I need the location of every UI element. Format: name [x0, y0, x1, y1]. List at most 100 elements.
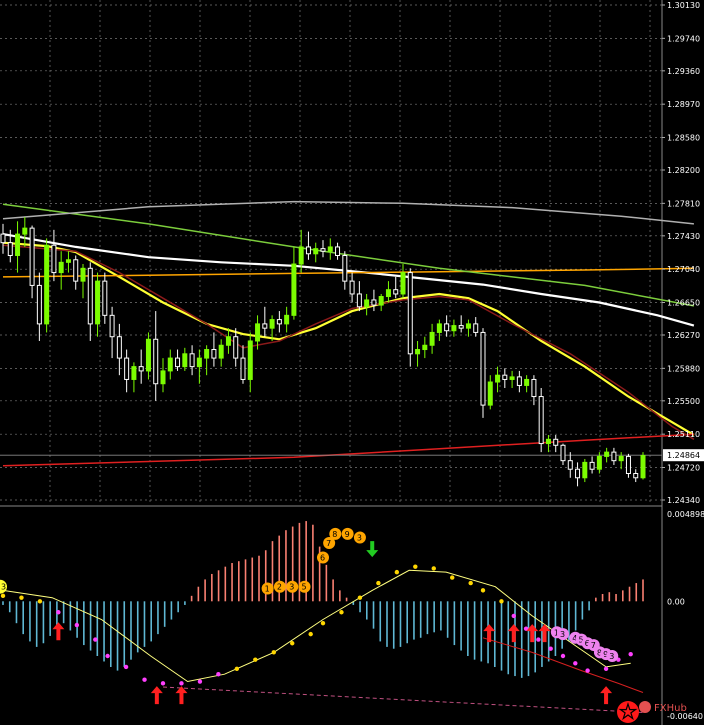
oscillator-dot	[394, 569, 400, 575]
count-label: 1	[265, 585, 270, 594]
oscillator-dot	[320, 620, 326, 626]
candle-body	[138, 366, 144, 372]
axis-tick-label: 1.25110	[667, 430, 700, 439]
candle-body	[415, 349, 421, 355]
candle-body	[102, 280, 108, 316]
candle-body	[327, 246, 333, 252]
up-arrow	[600, 686, 613, 705]
candle-body	[444, 323, 450, 332]
oscillator-dot	[431, 566, 436, 571]
oscillator-dot	[74, 622, 80, 628]
candle-body	[393, 289, 399, 295]
candle-body	[298, 246, 304, 265]
candle-body	[36, 284, 42, 325]
left-marker-label: 3	[1, 583, 6, 592]
candle-body	[211, 349, 217, 359]
oscillator-dot	[142, 677, 147, 682]
candle-body	[109, 314, 115, 338]
oscillator-dot	[160, 681, 166, 686]
oscillator-dot	[197, 679, 203, 684]
candle-body	[145, 338, 151, 372]
candle-body	[640, 455, 646, 479]
candle-body	[451, 325, 457, 332]
candle-body	[73, 259, 79, 282]
candle-body	[429, 331, 435, 346]
candle-body	[458, 325, 464, 329]
ma-line-5	[2, 433, 694, 467]
ma-line-4	[2, 200, 694, 225]
candle-body	[305, 246, 311, 255]
axis-tick-label: 1.25500	[667, 397, 700, 406]
axis-tick-label: 1.24340	[667, 496, 700, 505]
candle-body	[604, 451, 610, 457]
candle-body	[531, 378, 537, 398]
candle-body	[320, 248, 326, 252]
oscillator-dot	[37, 599, 43, 604]
candle-body	[524, 378, 530, 386]
up-arrow	[507, 624, 520, 643]
axis-tick-label: 1.28970	[667, 100, 700, 109]
candle-body	[7, 242, 13, 256]
axis-tick-label: 1.26270	[667, 331, 700, 340]
candle-body	[218, 344, 224, 359]
oscillator-dot	[628, 651, 633, 657]
candle-body	[15, 233, 21, 256]
candle-body	[538, 396, 544, 445]
oscillator-dot	[603, 666, 609, 671]
candle-body	[225, 336, 231, 346]
osc-tick-label: 0.00	[667, 597, 685, 606]
oscillator-dot	[573, 661, 578, 666]
candle-body	[87, 267, 93, 325]
candle-body	[436, 323, 442, 333]
oscillator-axis: 0.0048980.00-0.00640	[667, 510, 704, 721]
candle-body	[175, 357, 181, 368]
price-axis: 1.30130 1.29740 1.29360 1.28970 1.28580 1.282…	[662, 1, 704, 505]
count-label: 9	[345, 530, 350, 539]
osc-tick-label: 0.004898	[667, 510, 704, 519]
candle-body	[22, 227, 28, 235]
candle-body	[480, 331, 486, 406]
oscillator-dot	[536, 637, 541, 642]
candle-body	[189, 353, 195, 368]
candle-body	[204, 349, 210, 359]
count-label: 7	[326, 539, 331, 548]
candle-body	[560, 444, 566, 462]
oscillator-dot	[179, 681, 184, 686]
candle-body	[509, 376, 515, 380]
oscillator-dot	[548, 646, 553, 651]
candle-body	[385, 289, 391, 298]
candle-body	[262, 323, 268, 329]
up-arrow	[52, 622, 65, 641]
oscillator-dot	[585, 668, 590, 673]
oscillator-dot	[105, 653, 110, 659]
count-label: 7	[591, 641, 596, 650]
candle-body	[196, 357, 202, 368]
candle-body	[371, 299, 377, 306]
candle-body	[247, 340, 253, 380]
candle-body	[255, 323, 261, 342]
oscillator-dot	[468, 580, 473, 586]
candle-body	[502, 374, 508, 380]
candle-body	[575, 468, 581, 479]
axis-tick-label: 1.29740	[667, 34, 700, 43]
candle-body	[95, 280, 101, 325]
oscillator-dot	[308, 631, 313, 637]
candle-body	[131, 366, 137, 380]
oscillator-dot	[93, 637, 98, 642]
candle-body	[29, 227, 35, 286]
candles	[0, 217, 646, 487]
candle-body	[124, 357, 130, 380]
candle-body	[596, 455, 602, 470]
oscillator-dot	[560, 653, 566, 659]
oscillator-dot	[290, 641, 295, 646]
count-label: 3	[289, 583, 294, 592]
up-arrow	[175, 686, 188, 705]
axis-tick-label: 1.27040	[667, 265, 700, 274]
forex-chart: 1 2 3 5678 9 31 3 4 5 6 78 9 33 1.301301.297401.2936…	[0, 0, 704, 725]
candle-body	[567, 460, 573, 470]
watermark-icon	[639, 701, 651, 713]
candle-body	[44, 244, 50, 325]
axis-tick-label: 1.29360	[667, 67, 700, 76]
watermark-text: FXHub	[654, 703, 687, 714]
candle-body	[553, 438, 559, 446]
